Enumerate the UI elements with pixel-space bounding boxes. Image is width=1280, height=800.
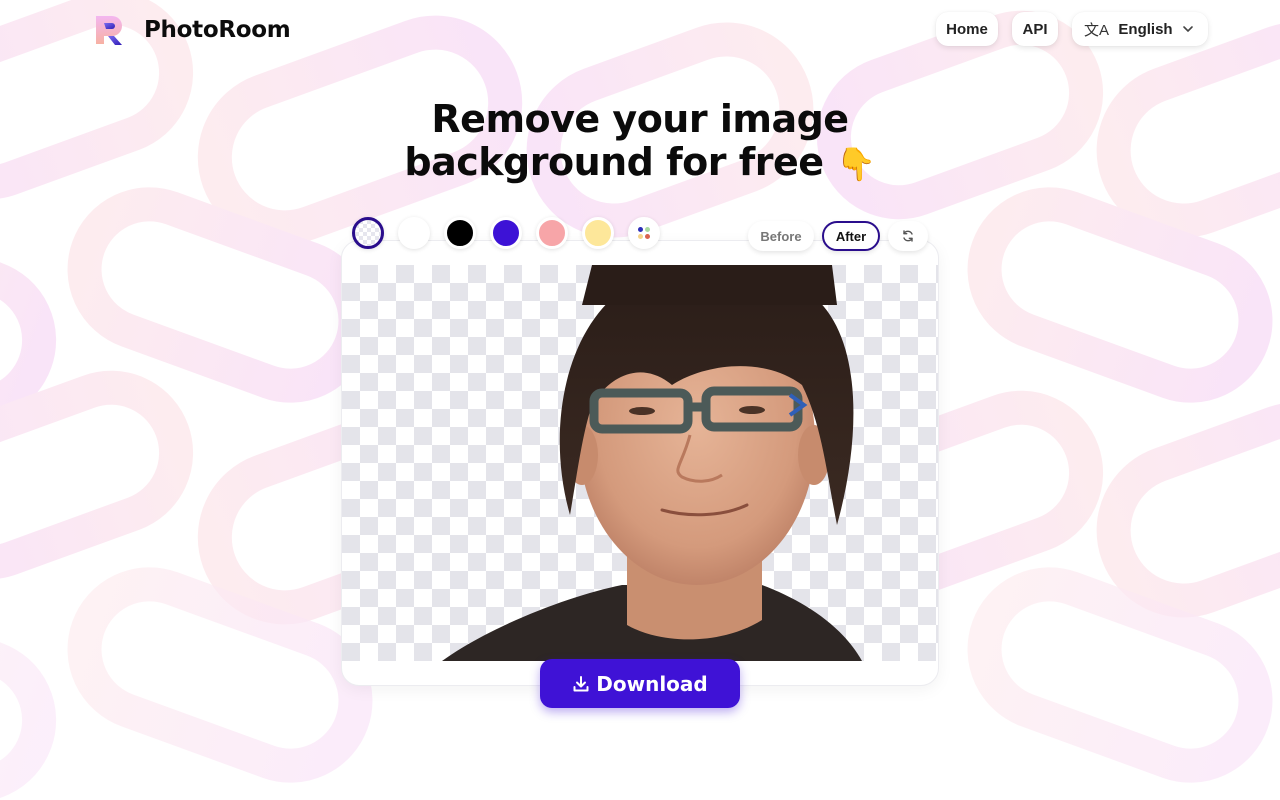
after-button[interactable]: After (822, 221, 880, 251)
title-line-1: Remove your image (431, 97, 849, 141)
swatch-yellow[interactable] (582, 217, 614, 249)
image-preview (342, 265, 938, 661)
swatch-pink[interactable] (536, 217, 568, 249)
swatch-purple[interactable] (490, 217, 522, 249)
top-navigation: PhotoRoom Home API 文A English (0, 0, 1280, 60)
subject-photo (442, 265, 862, 661)
background-color-picker (352, 217, 660, 249)
swap-button[interactable] (888, 221, 928, 251)
nav-links: Home API 文A English (936, 12, 1208, 46)
translate-icon: 文A (1084, 21, 1110, 39)
logo[interactable]: PhotoRoom (92, 12, 291, 48)
page-title: Remove your image background for free 👇 (0, 98, 1280, 186)
swatch-more-colors[interactable] (628, 217, 660, 249)
app-name: PhotoRoom (144, 17, 291, 43)
refresh-icon (903, 230, 913, 242)
download-button[interactable]: Download (540, 659, 740, 708)
swatch-transparent[interactable] (352, 217, 384, 249)
language-selector[interactable]: 文A English (1072, 12, 1208, 46)
home-link[interactable]: Home (936, 12, 998, 46)
pointing-down-emoji-icon: 👇 (836, 145, 876, 183)
before-after-toggle: Before After (748, 221, 928, 251)
swatch-white[interactable] (398, 217, 430, 249)
swatch-black[interactable] (444, 217, 476, 249)
before-button[interactable]: Before (748, 221, 814, 251)
title-line-2: background for free (404, 140, 824, 184)
photoroom-logo-icon (96, 16, 122, 45)
color-palette-icon (638, 227, 650, 239)
download-icon (573, 675, 589, 691)
api-link[interactable]: API (1012, 12, 1058, 46)
language-selected: English (1118, 20, 1173, 38)
chevron-down-icon (1183, 26, 1193, 33)
download-label: Download (596, 671, 708, 696)
